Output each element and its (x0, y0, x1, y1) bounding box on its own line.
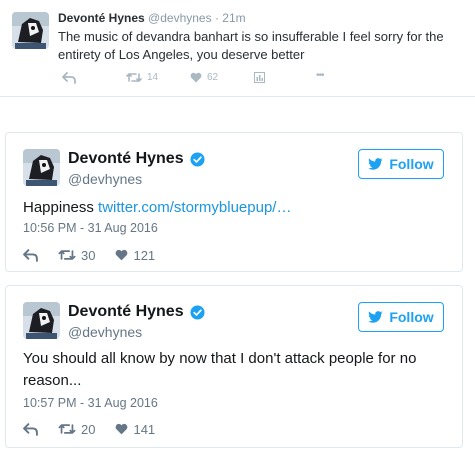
retweet-count: 20 (81, 421, 96, 437)
retweet-count: 30 (81, 247, 96, 263)
avatar[interactable] (23, 149, 60, 186)
retweet-icon (126, 73, 142, 82)
retweet-count: 14 (147, 72, 159, 83)
like-count: 141 (133, 421, 156, 437)
tweet-text-body: Happiness (23, 199, 99, 216)
follow-button[interactable]: Follow (358, 149, 444, 179)
tweet-timestamp[interactable]: 10:57 PM - 31 Aug 2016 (23, 396, 158, 410)
separator-dot: · (214, 11, 219, 25)
tweet-text: Happiness twitter.com/stormybluepup/… (23, 197, 443, 219)
retweet-icon (58, 250, 76, 260)
twitter-bird-icon (368, 158, 383, 170)
author-name[interactable]: Devonté Hynes (68, 303, 184, 321)
like-button[interactable]: 62 (190, 72, 218, 83)
author-handle[interactable]: @devhynes (68, 324, 142, 340)
more-icon[interactable]: ••• (316, 70, 324, 81)
author-handle[interactable]: @devhynes (148, 11, 212, 25)
verified-badge-icon (190, 151, 205, 167)
like-icon (116, 423, 128, 435)
avatar[interactable] (23, 302, 60, 339)
retweet-button[interactable]: 20 (58, 422, 95, 437)
tweet-link[interactable]: twitter.com/stormybluepup/… (98, 199, 291, 216)
timeline-tweet[interactable]: Devonté Hynes @devhynes · 21m The music … (0, 0, 475, 97)
reply-icon (62, 72, 76, 84)
like-count: 121 (133, 247, 156, 263)
analytics-button[interactable] (254, 72, 265, 83)
reply-icon (23, 248, 38, 262)
author-handle[interactable]: @devhynes (68, 171, 142, 187)
tweet-text: The music of devandra banhart is so insu… (58, 29, 444, 62)
like-count: 62 (207, 72, 219, 83)
analytics-icon (254, 72, 265, 83)
tweet-actions: 30 121 (23, 245, 175, 265)
retweet-button[interactable]: 14 (126, 72, 158, 83)
follow-button[interactable]: Follow (358, 302, 444, 332)
retweet-icon (58, 424, 76, 434)
tweet-timestamp[interactable]: 10:56 PM - 31 Aug 2016 (23, 221, 158, 235)
screenshot: Devonté Hynes @devhynes · 21m The music … (0, 0, 475, 468)
reply-icon (23, 422, 38, 436)
tweet-actions: 14 62 ••• (58, 70, 338, 90)
author-row: Devonté Hynes (68, 303, 205, 321)
tweet-time[interactable]: 21m (222, 11, 245, 25)
reply-button[interactable] (23, 422, 38, 436)
follow-label: Follow (389, 156, 434, 172)
tweet-text: You should all know by now that I don't … (23, 350, 417, 389)
twitter-bird-icon (368, 311, 383, 323)
reply-button[interactable] (62, 72, 76, 84)
like-button[interactable]: 141 (115, 422, 155, 437)
verified-badge-icon (190, 304, 205, 320)
tweet-card: Devonté Hynes @devhynes Follow Happiness… (5, 132, 463, 272)
author-row: Devonté Hynes (68, 150, 205, 168)
avatar[interactable] (12, 12, 49, 49)
author-name[interactable]: Devonté Hynes (58, 11, 145, 25)
retweet-button[interactable]: 30 (58, 248, 95, 263)
like-button[interactable]: 121 (115, 248, 155, 263)
author-name[interactable]: Devonté Hynes (68, 150, 184, 168)
like-icon (116, 249, 128, 261)
tweet-card: Devonté Hynes @devhynes Follow You shoul… (5, 285, 463, 448)
tweet-header: Devonté Hynes @devhynes · 21m (58, 11, 246, 25)
follow-label: Follow (389, 309, 434, 325)
like-icon (190, 72, 202, 83)
tweet-actions: 20 141 (23, 419, 175, 439)
reply-button[interactable] (23, 248, 38, 262)
